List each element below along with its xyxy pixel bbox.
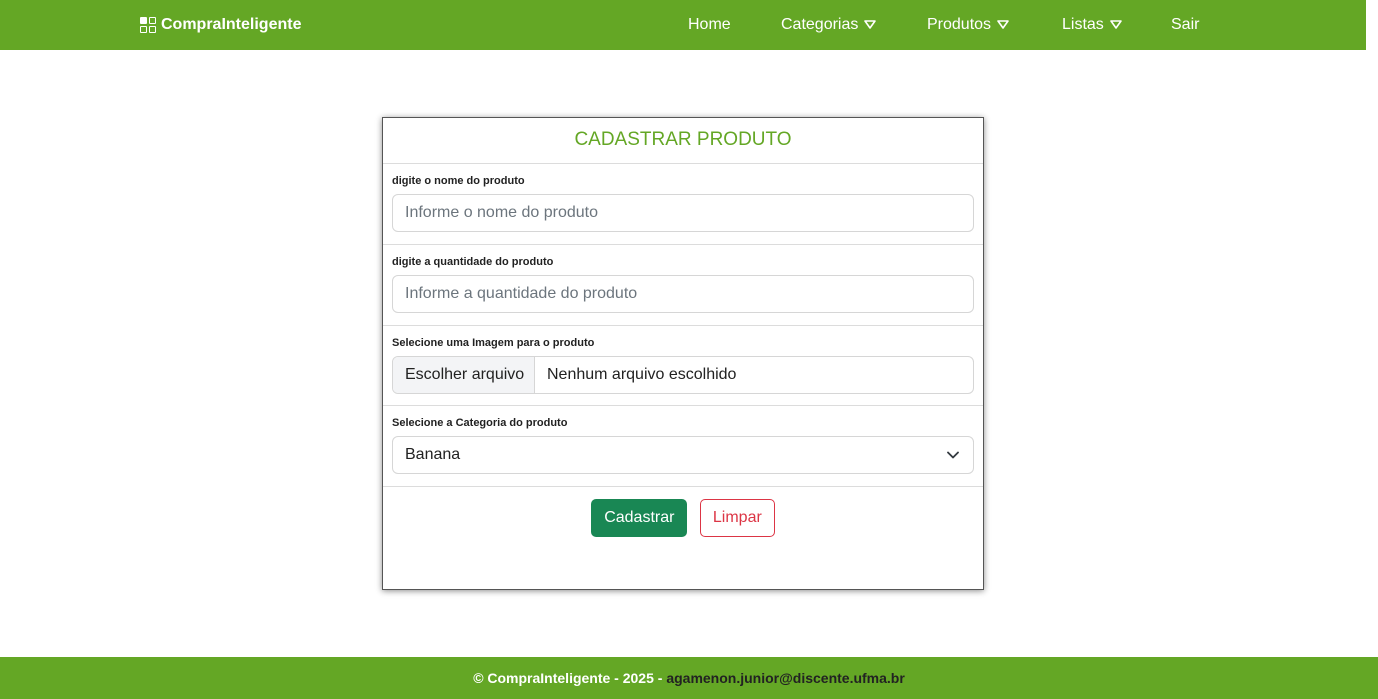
image-group: Selecione uma Imagem para o produto Esco… [383,326,983,406]
nav-sair[interactable]: Sair [1171,16,1199,34]
nav-produtos[interactable]: Produtos [927,16,1009,34]
product-form-card: CADASTRAR PRODUTO digite o nome do produ… [382,117,984,590]
nav-sair-label: Sair [1171,16,1200,33]
quantity-group: digite a quantidade do produto Informe a… [383,245,983,326]
quantity-label: digite a quantidade do produto [392,256,554,268]
category-selected-value: Banana [405,446,461,463]
nav-categorias[interactable]: Categorias [781,16,877,34]
caret-down-icon [1109,20,1122,29]
nav-home[interactable]: Home [688,16,731,34]
caret-down-icon [864,20,877,29]
name-group: digite o nome do produto Informe o nome … [383,164,983,245]
choose-file-button[interactable]: Escolher arquivo [393,357,535,393]
product-name-input[interactable]: Informe o nome do produto [392,194,974,232]
form-actions: Cadastrar Limpar [383,499,983,537]
nav-listas[interactable]: Listas [1062,16,1122,34]
category-select[interactable]: Banana [392,436,974,474]
top-navbar: CompraInteligente Home Categorias Produt… [0,0,1366,50]
nav-produtos-label: Produtos [927,16,992,33]
name-label: digite o nome do produto [392,175,525,187]
nav-categorias-label: Categorias [781,16,859,33]
caret-down-icon [997,20,1009,29]
product-quantity-input[interactable]: Informe a quantidade do produto [392,275,974,313]
footer-copyright: © CompraInteligente - 2025 - [473,670,663,686]
nav-home-label: Home [688,16,731,33]
footer: © CompraInteligente - 2025 - agamenon.ju… [0,657,1378,699]
cadastrar-button[interactable]: Cadastrar [591,499,688,537]
nav-listas-label: Listas [1062,16,1104,33]
form-title: CADASTRAR PRODUTO [383,118,983,164]
image-file-input[interactable]: Escolher arquivo Nenhum arquivo escolhid… [392,356,974,394]
brand-name: CompraInteligente [161,16,302,33]
chevron-down-icon [947,451,959,459]
file-status: Nenhum arquivo escolhido [547,366,737,383]
footer-email: agamenon.junior@discente.ufma.br [666,670,905,686]
category-group: Selecione a Categoria do produto Banana [383,406,983,487]
limpar-button[interactable]: Limpar [699,499,775,537]
grid-icon [140,16,157,34]
image-label: Selecione uma Imagem para o produto [392,337,595,349]
brand-link[interactable]: CompraInteligente [140,16,301,34]
category-label: Selecione a Categoria do produto [392,417,568,429]
